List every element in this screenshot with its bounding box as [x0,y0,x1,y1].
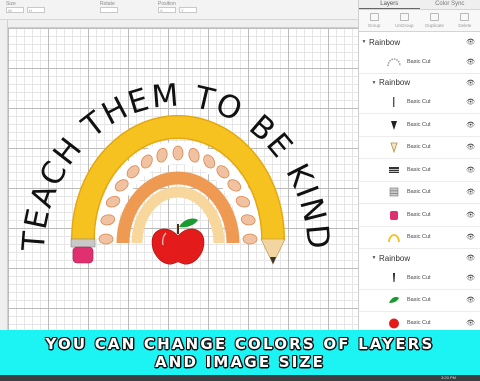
layer-item[interactable]: Basic Cut 👁 [359,267,480,290]
layer-item[interactable]: Basic Cut 👁 [359,51,480,74]
height-field[interactable]: H [27,7,45,13]
pencil-tip-end [260,238,286,265]
layer-thumbnail [387,95,401,109]
horizontal-ruler [8,20,358,28]
layer-item[interactable]: Basic Cut 👁 [359,204,480,227]
delete-label: Delete [458,23,472,28]
rainbow-dot [172,145,184,161]
duplicate-icon [430,13,440,21]
layer-group-label: Rainbow [379,78,411,87]
duplicate-button[interactable]: Duplicate [424,13,446,31]
layer-item[interactable]: Basic Cut 👁 [359,137,480,159]
banner-line-1: YOU CAN CHANGE COLORS OF LAYERS [45,334,435,353]
design-canvas[interactable]: TEACH THEM TO BE KIND [8,28,358,330]
layer-item-label: Basic Cut [407,297,431,304]
artwork[interactable]: TEACH THEM TO BE KIND [8,28,358,330]
layers-panel: Layers Color Sync Group UnGroup Duplicat… [358,0,480,335]
layer-item-label: Basic Cut [407,121,431,128]
eye-icon[interactable]: 👁 [466,233,475,241]
group-icon [369,13,379,21]
apple [151,218,205,265]
layer-item[interactable]: Basic Cut 👁 [359,92,480,114]
eye-icon[interactable]: 👁 [466,143,475,151]
layer-thumbnail [387,208,401,222]
delete-button[interactable]: Delete [454,13,476,31]
tab-color-sync[interactable]: Color Sync [420,0,480,9]
group-label: Group [367,23,381,28]
layer-group-rainbow-nested[interactable]: ▼ Rainbow 👁 [359,74,480,92]
layer-item[interactable]: Basic Cut 👁 [359,290,480,312]
arched-text: TEACH THEM TO BE KIND [16,77,337,253]
eye-icon[interactable]: 👁 [466,274,475,282]
layer-thumbnail [387,118,401,132]
layer-item-label: Basic Cut [407,274,431,281]
layer-item-label: Basic Cut [407,189,431,196]
layer-item[interactable]: Basic Cut 👁 [359,227,480,249]
layer-group-label: Rainbow [369,37,401,47]
duplicate-label: Duplicate [425,23,444,28]
panel-tabs: Layers Color Sync [359,0,480,10]
width-field[interactable]: W [6,7,24,13]
layer-thumbnail [387,163,401,177]
light-band [131,186,225,244]
clock: 3:20 PM [441,375,456,380]
y-field[interactable]: Y [179,7,197,13]
banner-line-2: AND IMAGE SIZE [154,352,326,371]
vertical-ruler [0,20,8,330]
eye-icon[interactable]: 👁 [466,319,475,327]
layer-item-label: Basic Cut [407,144,431,151]
layer-item-label: Basic Cut [407,319,431,326]
eye-icon[interactable]: 👁 [466,98,475,106]
position-group: Position XY [158,1,200,14]
layer-group-label: Rainbow [379,253,411,263]
ungroup-button[interactable]: UnGroup [393,13,415,31]
layer-item[interactable]: Basic Cut 👁 [359,114,480,137]
chevron-down-icon[interactable]: ▼ [369,80,379,86]
eye-icon[interactable]: 👁 [466,58,475,66]
layer-item-label: Basic Cut [407,166,431,173]
layer-item-label: Basic Cut [407,234,431,241]
layer-thumbnail [387,55,401,69]
eye-icon[interactable]: 👁 [466,254,475,262]
layer-item[interactable]: Basic Cut 👁 [359,159,480,182]
eye-icon[interactable]: 👁 [466,188,475,196]
layer-tools: Group UnGroup Duplicate Delete [359,10,480,32]
rotate-group: Rotate [100,1,121,15]
ungroup-icon [399,13,409,21]
rainbow-dot [242,233,258,245]
chevron-down-icon[interactable]: ▼ [369,255,379,261]
layer-group-rainbow[interactable]: ▼ Rainbow 👁 [359,33,480,51]
taskbar: 3:20 PM [0,375,480,381]
layer-thumbnail [387,185,401,199]
rotate-field[interactable] [100,7,118,13]
eye-icon[interactable]: 👁 [466,121,475,129]
trash-icon [460,13,470,21]
layer-item-label: Basic Cut [407,211,431,218]
layer-item-label: Basic Cut [407,99,431,106]
eye-icon[interactable]: 👁 [466,79,475,87]
size-group: Size WH [6,1,48,14]
x-field[interactable]: X [158,7,176,13]
layer-item-label: Basic Cut [407,58,431,65]
layer-thumbnail [387,230,401,244]
layer-item[interactable]: Basic Cut 👁 [359,182,480,204]
layer-thumbnail [387,316,401,330]
ungroup-label: UnGroup [395,23,414,28]
layer-thumbnail [387,140,401,154]
tab-layers[interactable]: Layers [359,0,420,9]
properties-toolbar: Size WH Rotate Position XY [0,0,358,20]
group-button[interactable]: Group [363,13,385,31]
eye-icon[interactable]: 👁 [466,296,475,304]
eye-icon[interactable]: 👁 [466,166,475,174]
eye-icon[interactable]: 👁 [466,211,475,219]
pencil-eraser-end [70,238,96,264]
layer-thumbnail [387,293,401,307]
layer-group-rainbow-second[interactable]: ▼ Rainbow 👁 [359,249,480,267]
chevron-down-icon[interactable]: ▼ [359,39,369,45]
promo-banner: YOU CAN CHANGE COLORS OF LAYERS AND IMAG… [0,330,480,375]
layers-list: ▼ Rainbow 👁 Basic Cut 👁 ▼ Rainbow 👁 Basi… [359,33,480,335]
layer-thumbnail [387,271,401,285]
rainbow-dot [98,233,114,245]
eye-icon[interactable]: 👁 [466,38,475,46]
